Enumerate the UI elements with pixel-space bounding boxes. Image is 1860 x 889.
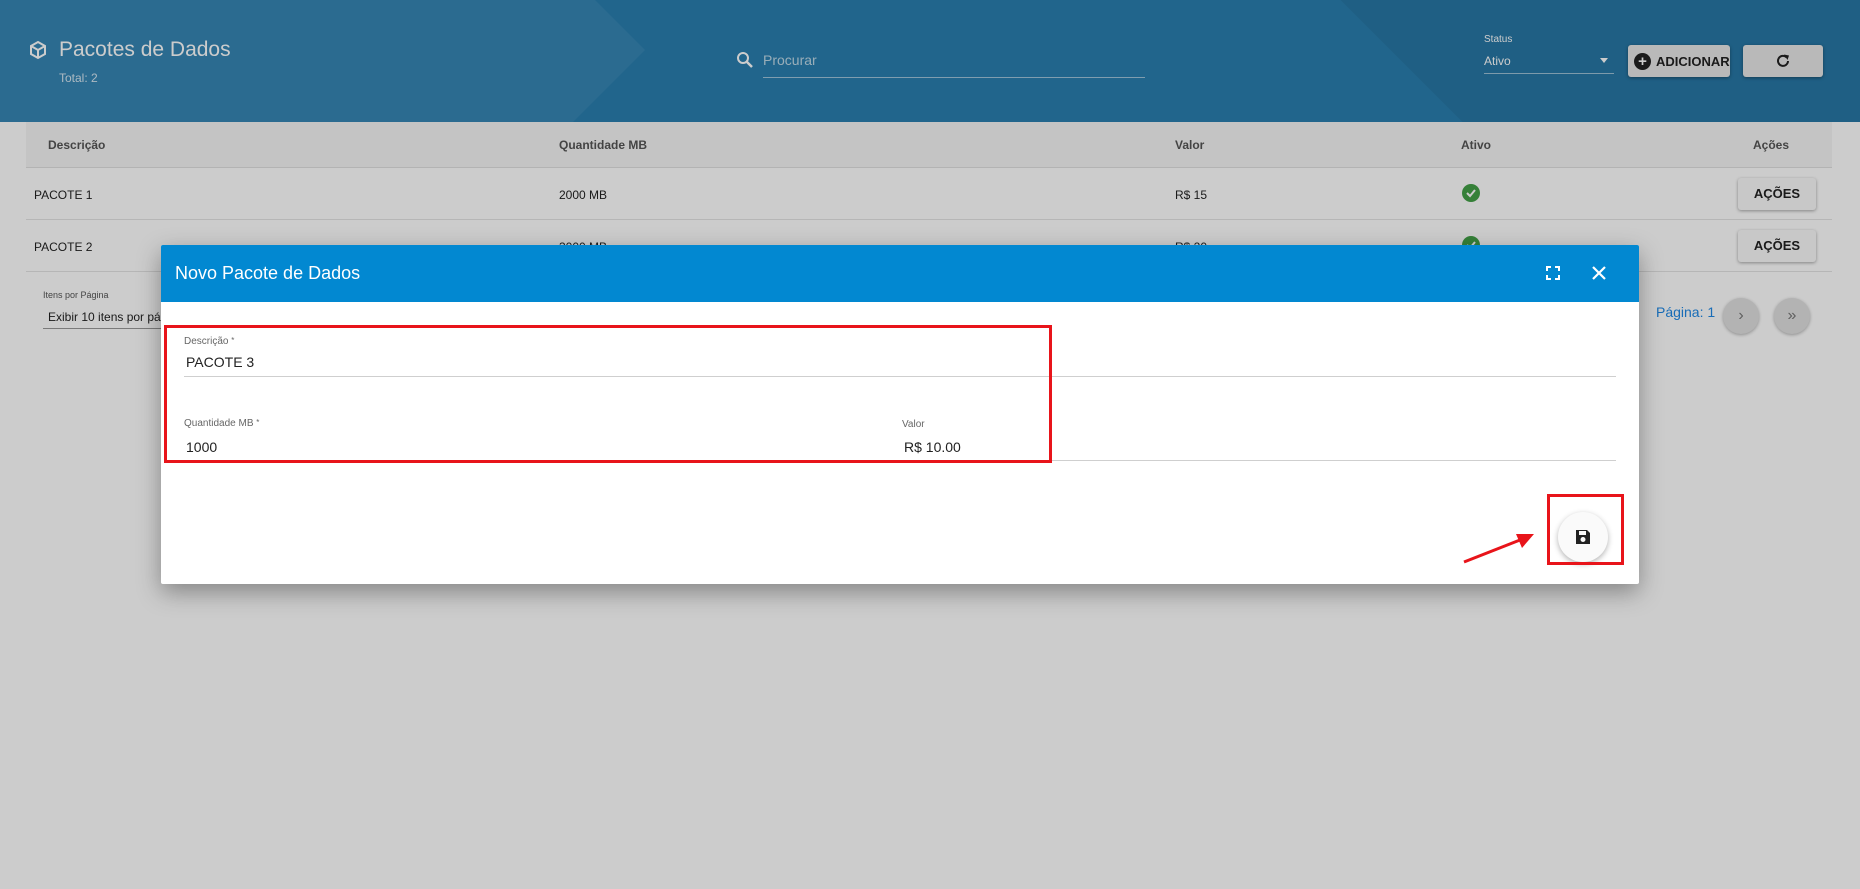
fullscreen-icon [1546,266,1560,280]
dialog-header: Novo Pacote de Dados [161,245,1639,302]
close-button[interactable] [1587,261,1611,285]
annotation-highlight-save [1547,494,1624,565]
close-icon [1592,266,1606,280]
fullscreen-button[interactable] [1541,261,1565,285]
annotation-highlight-fields [164,325,1052,463]
annotation-arrow [1463,534,1534,564]
dialog-title: Novo Pacote de Dados [175,263,361,283]
